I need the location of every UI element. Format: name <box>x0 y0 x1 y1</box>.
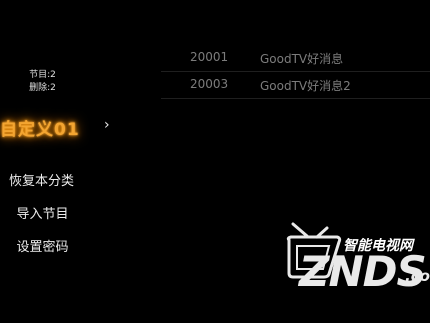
channel-row[interactable]: 20001 GoodTV好消息 <box>161 45 430 72</box>
category-stats: 节目:2 删除:2 <box>0 69 85 95</box>
channel-list: 20001 GoodTV好消息 20003 GoodTV好消息2 <box>161 45 430 99</box>
channel-row[interactable]: 20003 GoodTV好消息2 <box>161 72 430 99</box>
current-category-label: 自定义01 <box>0 120 80 140</box>
deleted-count: 删除:2 <box>29 83 56 93</box>
znds-watermark: 智能电视网 ZNDS .com <box>283 222 430 302</box>
category-selector[interactable]: 自定义01 › <box>0 110 120 140</box>
watermark-domain-suffix: .com <box>405 267 430 285</box>
channel-number: 20003 <box>190 77 229 91</box>
restore-category-button[interactable]: 恢复本分类 <box>0 170 84 189</box>
category-panel: 节目:2 删除:2 自定义01 › 恢复本分类 导入节目 设置密码 <box>0 0 155 323</box>
program-count: 节目:2 <box>29 70 56 80</box>
channel-number: 20001 <box>190 50 229 64</box>
channel-name: GoodTV好消息 <box>260 52 344 66</box>
set-password-button[interactable]: 设置密码 <box>0 236 85 255</box>
chevron-right-icon: › <box>104 117 110 133</box>
import-programs-button[interactable]: 导入节目 <box>0 203 85 222</box>
channel-name: GoodTV好消息2 <box>260 79 351 93</box>
